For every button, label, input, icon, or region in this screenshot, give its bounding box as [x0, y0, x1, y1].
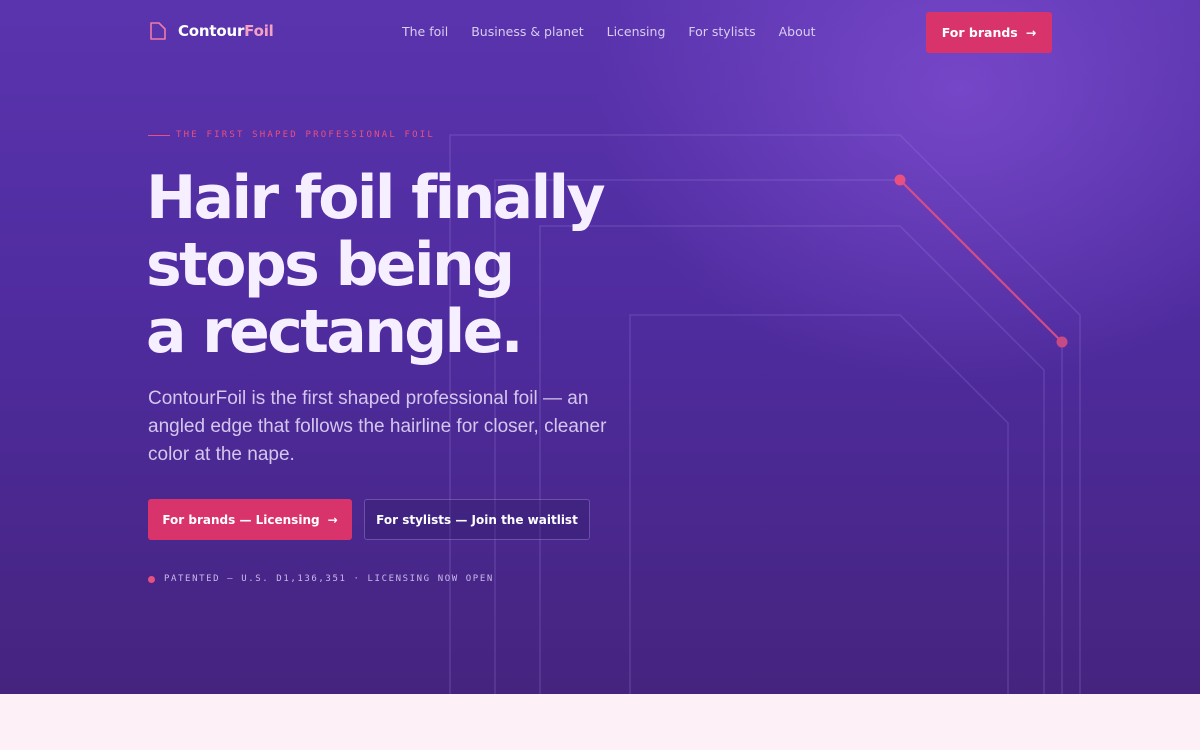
logo-text-accent: Foil — [244, 22, 274, 40]
nav-links: The foil Business & planet Licensing For… — [402, 24, 839, 39]
stylists-waitlist-label: For stylists — Join the waitlist — [376, 512, 578, 527]
foil-outline-inner — [629, 314, 1009, 694]
nav-link-the-foil[interactable]: The foil — [402, 24, 448, 39]
eyebrow-rule — [148, 134, 170, 136]
arrow-right-icon: → — [327, 512, 338, 527]
hero-section: ContourFoil The foil Business & planet L… — [0, 0, 1200, 694]
patent-note-text: PATENTED — U.S. D1,136,351 · LICENSING N… — [164, 574, 494, 584]
headline-line-3: a rectangle. — [146, 297, 524, 367]
patent-note: PATENTED — U.S. D1,136,351 · LICENSING N… — [148, 574, 494, 584]
brands-licensing-button[interactable]: For brands — Licensing → — [148, 499, 352, 540]
eyebrow-text: THE FIRST SHAPED PROFESSIONAL FOIL — [176, 130, 436, 140]
contour-edge-line — [899, 179, 1063, 343]
nav-link-for-stylists[interactable]: For stylists — [688, 24, 755, 39]
nav-link-business-planet[interactable]: Business & planet — [471, 24, 583, 39]
for-brands-button[interactable]: For brands → — [926, 12, 1052, 53]
stylists-waitlist-button[interactable]: For stylists — Join the waitlist — [364, 499, 590, 540]
headline-line-1: Hair foil finally — [146, 163, 606, 233]
eyebrow: THE FIRST SHAPED PROFESSIONAL FOIL — [148, 130, 435, 140]
lower-section — [0, 694, 1200, 750]
contour-point-bottom — [1056, 336, 1068, 348]
logo-text: ContourFoil — [178, 22, 274, 40]
nav-link-about[interactable]: About — [779, 24, 816, 39]
top-nav: ContourFoil The foil Business & planet L… — [148, 12, 1052, 53]
status-dot-icon — [148, 575, 155, 583]
page-title: Hair foil finally stops being a rectangl… — [146, 165, 766, 366]
logo[interactable]: ContourFoil — [148, 21, 274, 41]
for-brands-label: For brands — [941, 25, 1018, 40]
headline-line-2: stops being — [146, 230, 515, 300]
arrow-right-icon: → — [1025, 25, 1037, 40]
hero-description: ContourFoil is the first shaped professi… — [148, 388, 607, 465]
contour-point-top — [894, 174, 906, 186]
brands-licensing-label: For brands — Licensing — [162, 512, 320, 527]
foil-icon — [150, 22, 166, 40]
logo-text-prefix: Contour — [178, 22, 245, 40]
nav-link-licensing[interactable]: Licensing — [607, 24, 666, 39]
